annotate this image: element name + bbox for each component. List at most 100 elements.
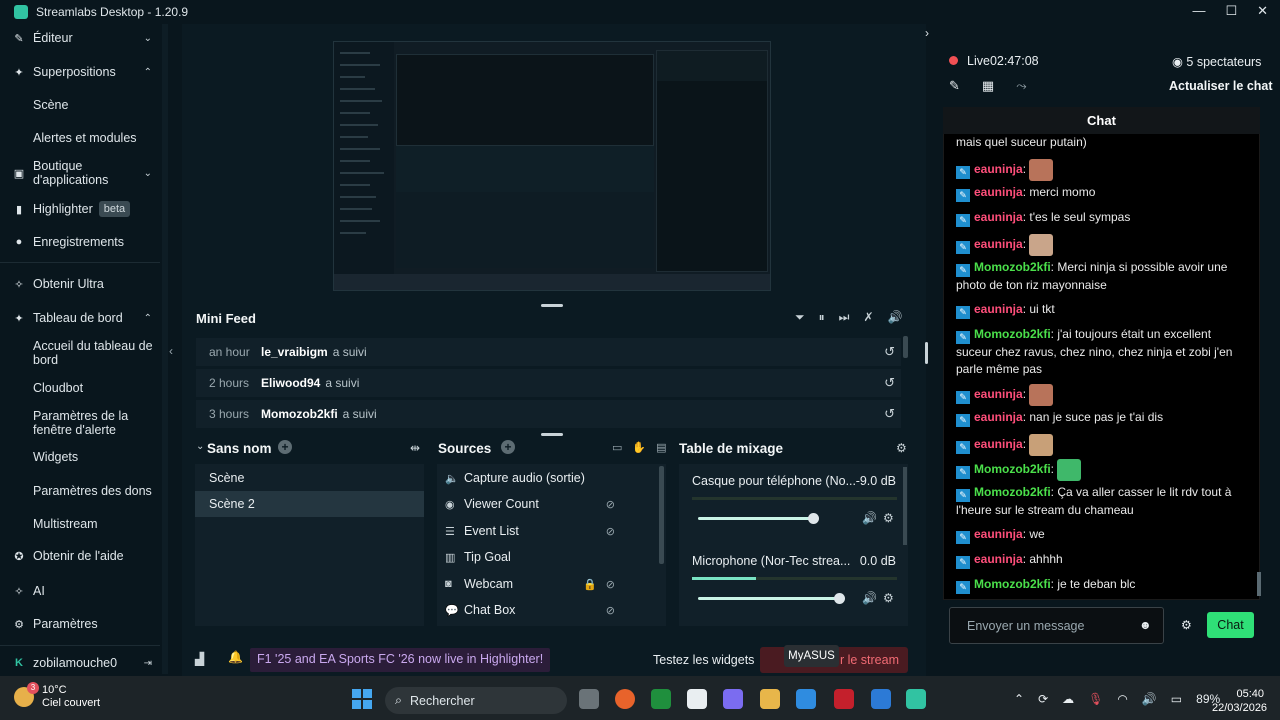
volume-slider-track[interactable]: [698, 517, 814, 520]
chat-username[interactable]: Momozob2kfi: [974, 260, 1051, 274]
scenes-title[interactable]: Sans nom: [207, 441, 272, 456]
sidebar-item-overlays[interactable]: ✦ Superpositions ⌃: [12, 65, 158, 79]
sidebar-sub-dashboard-home[interactable]: Accueil du tableau de bord: [33, 339, 155, 367]
pause-icon[interactable]: ⏸: [819, 310, 825, 325]
repeat-icon[interactable]: ↺: [884, 406, 895, 422]
firefox-icon[interactable]: [615, 689, 635, 709]
folder-add-icon[interactable]: ▤: [656, 441, 666, 454]
repeat-icon[interactable]: ↺: [884, 344, 895, 360]
sidebar-sub-alerts[interactable]: Alertes et modules: [33, 131, 155, 145]
chat-username[interactable]: Momozob2kfi: [974, 462, 1051, 476]
chevron-down-icon[interactable]: ⌄: [196, 441, 204, 452]
microphone-icon[interactable]: 🎙: [1088, 692, 1103, 706]
highlighter-banner[interactable]: F1 '25 and EA Sports FC '26 now live in …: [250, 648, 551, 672]
hand-icon[interactable]: ✋: [632, 441, 646, 454]
sync-icon[interactable]: ⟳: [1038, 692, 1048, 706]
source-item[interactable]: ◙ Webcam 🔒 ⊘: [445, 571, 635, 597]
chat-username[interactable]: eauninja: [974, 552, 1023, 566]
store-app-icon[interactable]: [687, 689, 707, 709]
visibility-off-icon[interactable]: ⊘: [606, 498, 615, 511]
source-item[interactable]: ◉ Viewer Count ⊘: [445, 491, 635, 517]
sidebar-item-highlighter[interactable]: ▮ Highlighter beta: [12, 201, 158, 217]
sidebar-sub-widgets[interactable]: Widgets: [33, 450, 155, 464]
sidebar-item-settings[interactable]: ⚙ Paramètres: [12, 617, 158, 631]
add-scene-collection-icon[interactable]: +: [278, 440, 292, 454]
chat-message-input[interactable]: Envoyer un message: [949, 607, 1164, 644]
mcafee-icon[interactable]: [834, 689, 854, 709]
close-icon[interactable]: ✕: [1257, 3, 1268, 19]
collapse-left-icon[interactable]: ‹: [169, 344, 173, 358]
chat-username[interactable]: eauninja: [974, 185, 1023, 199]
sidebar-item-recordings[interactable]: ● Enregistrements: [12, 235, 158, 249]
edit-stream-info-icon[interactable]: ✎: [949, 78, 960, 94]
skip-icon[interactable]: ⏭: [839, 310, 850, 325]
visibility-off-icon[interactable]: ⊘: [606, 604, 615, 617]
volume-icon[interactable]: 🔊: [888, 310, 903, 325]
xbox-icon[interactable]: [651, 689, 671, 709]
logout-icon[interactable]: ⇥: [144, 658, 152, 669]
myasus-icon[interactable]: [796, 689, 816, 709]
task-view-icon[interactable]: [579, 689, 599, 709]
taskbar-clock[interactable]: 05:40 22/03/2026: [1212, 687, 1267, 715]
sidebar-item-dashboard[interactable]: ✦ Tableau de bord ⌃: [12, 311, 158, 325]
file-explorer-icon[interactable]: [760, 689, 780, 709]
sidebar-sub-cloudbot[interactable]: Cloudbot: [33, 381, 155, 395]
chat-send-button[interactable]: Chat: [1207, 612, 1254, 638]
emoji-icon[interactable]: ☻: [1139, 618, 1152, 632]
speaker-icon[interactable]: 🔊: [1142, 692, 1157, 706]
stats-icon[interactable]: ▟: [195, 652, 204, 666]
chat-username[interactable]: eauninja: [974, 210, 1023, 224]
sidebar-item-ai[interactable]: ✧ AI: [12, 584, 158, 598]
sources-scrollbar[interactable]: [659, 466, 664, 564]
channel-settings-icon[interactable]: ⚙: [883, 591, 894, 605]
sidebar-scrollbar[interactable]: [162, 24, 168, 674]
display-icon[interactable]: ▭: [612, 441, 622, 454]
chat-scrollbar[interactable]: [1257, 572, 1261, 596]
lock-icon[interactable]: 🔒: [583, 578, 597, 591]
scene-item-active[interactable]: Scène 2: [195, 491, 424, 517]
chat-username[interactable]: eauninja: [974, 437, 1023, 451]
copilot-icon[interactable]: [723, 689, 743, 709]
feed-scrollbar[interactable]: [903, 336, 908, 358]
sidebar-item-editor[interactable]: ✎ Éditeur ⌄: [12, 31, 158, 45]
repeat-icon[interactable]: ↺: [884, 375, 895, 391]
add-source-icon[interactable]: +: [501, 440, 515, 454]
resize-handle[interactable]: [541, 433, 563, 436]
sidebar-sub-alert-window[interactable]: Paramètres de la fenêtre d'alerte: [33, 409, 155, 437]
filter-icon[interactable]: ⏷: [795, 310, 805, 325]
mute-alerts-icon[interactable]: ✗: [863, 310, 873, 325]
chat-username[interactable]: Momozob2kfi: [974, 485, 1051, 499]
resize-handle[interactable]: [541, 304, 563, 307]
chat-settings-icon[interactable]: ⚙: [1181, 618, 1192, 632]
taskbar-search[interactable]: ⌕ Rechercher: [385, 687, 567, 714]
chat-username[interactable]: eauninja: [974, 387, 1023, 401]
volume-slider-knob[interactable]: [834, 593, 845, 604]
volume-slider-knob[interactable]: [808, 513, 819, 524]
transition-icon[interactable]: ⇹: [410, 441, 420, 455]
sidebar-sub-donations[interactable]: Paramètres des dons: [33, 484, 155, 498]
channel-settings-icon[interactable]: ⚙: [883, 511, 894, 525]
mixer-settings-icon[interactable]: ⚙: [896, 441, 907, 455]
weather-widget[interactable]: 3 10°C Ciel couvert: [14, 682, 100, 710]
chat-username[interactable]: Momozob2kfi: [974, 577, 1051, 591]
cloud-icon[interactable]: ☁: [1062, 692, 1074, 706]
mail-icon[interactable]: [871, 689, 891, 709]
visibility-off-icon[interactable]: ⊘: [606, 525, 615, 538]
chat-username[interactable]: Momozob2kfi: [974, 327, 1051, 341]
volume-slider-track[interactable]: [698, 597, 840, 600]
sidebar-item-ultra[interactable]: ✧ Obtenir Ultra: [12, 277, 158, 291]
volume-icon[interactable]: 🔊: [862, 591, 877, 605]
collapse-right-icon[interactable]: ›: [925, 26, 929, 40]
sidebar-user[interactable]: K zobilamouche0 ⇥: [12, 656, 158, 670]
streamlabs-taskbar-icon[interactable]: [906, 689, 926, 709]
sidebar-sub-scene[interactable]: Scène: [33, 98, 155, 112]
chat-username[interactable]: eauninja: [974, 237, 1023, 251]
visibility-off-icon[interactable]: ⊘: [606, 578, 615, 591]
source-item[interactable]: 💬 Chat Box ⊘: [445, 597, 635, 623]
source-item[interactable]: ☰ Event List ⊘: [445, 518, 635, 544]
source-item[interactable]: ▥ Tip Goal: [445, 544, 635, 570]
windows-start-icon[interactable]: [352, 689, 372, 709]
volume-icon[interactable]: 🔊: [862, 511, 877, 525]
panel-resize-handle[interactable]: [925, 342, 928, 364]
chevron-up-icon[interactable]: ⌃: [1014, 692, 1024, 706]
